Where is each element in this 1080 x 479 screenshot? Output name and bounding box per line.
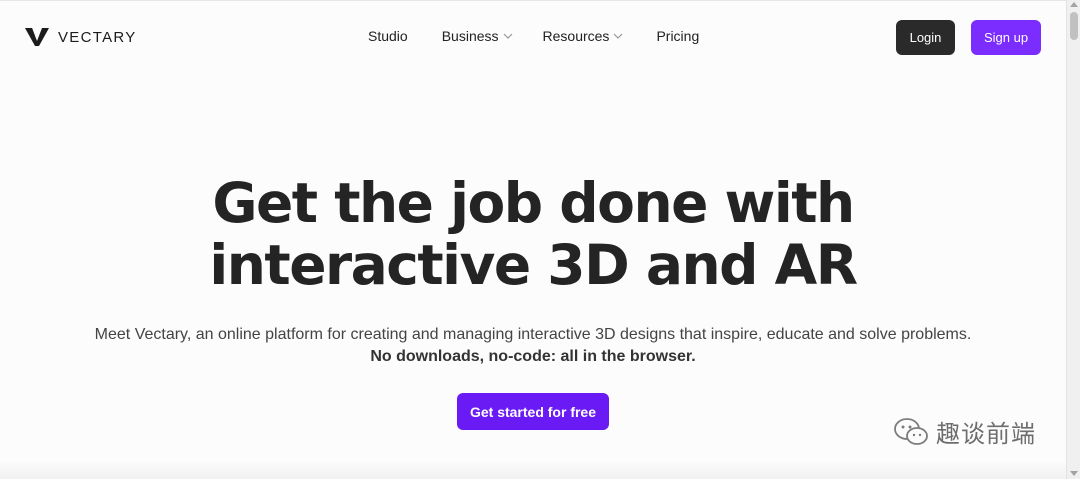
hero-title-line2: interactive 3D and AR	[209, 233, 858, 297]
nav-pricing-label: Pricing	[656, 28, 700, 44]
main-nav: Studio Business Resources Pricing	[368, 28, 699, 44]
nav-studio-label: Studio	[368, 28, 408, 44]
nav-resources-label: Resources	[542, 28, 610, 44]
logo[interactable]: VECTARY	[24, 25, 137, 49]
get-started-button[interactable]: Get started for free	[457, 393, 609, 430]
chevron-down-icon	[614, 33, 623, 39]
scroll-up-arrow-icon[interactable]	[1070, 2, 1078, 7]
watermark-text: 趣谈前端	[936, 420, 1036, 448]
hero-subtitle: Meet Vectary, an online platform for cre…	[94, 326, 972, 343]
nav-studio[interactable]: Studio	[368, 28, 408, 44]
nav-pricing[interactable]: Pricing	[656, 28, 699, 44]
chevron-down-icon	[503, 33, 512, 39]
scrollbar-thumb[interactable]	[1070, 12, 1078, 40]
wechat-icon	[894, 417, 928, 445]
section-divider-shade	[0, 460, 1066, 479]
page: VECTARY Studio Business Resources Pricin…	[0, 0, 1066, 479]
watermark: 趣谈前端	[892, 414, 1036, 449]
hero-title-line1: Get the job done with	[212, 171, 855, 235]
hero-subtitle-strong: No downloads, no-code: all in the browse…	[370, 348, 696, 365]
vectary-logo-icon	[25, 28, 49, 46]
hero-title: Get the job done with interactive 3D and…	[0, 172, 1066, 296]
scroll-down-arrow-icon[interactable]	[1070, 471, 1078, 476]
signup-button[interactable]: Sign up	[971, 20, 1041, 55]
vertical-scrollbar[interactable]	[1066, 0, 1080, 479]
logo-text: VECTARY	[58, 28, 137, 46]
header: VECTARY Studio Business Resources Pricin…	[0, 0, 1066, 76]
nav-business[interactable]: Business	[442, 28, 513, 44]
nav-resources[interactable]: Resources	[543, 28, 624, 44]
login-button[interactable]: Login	[896, 20, 955, 55]
nav-business-label: Business	[441, 28, 499, 44]
